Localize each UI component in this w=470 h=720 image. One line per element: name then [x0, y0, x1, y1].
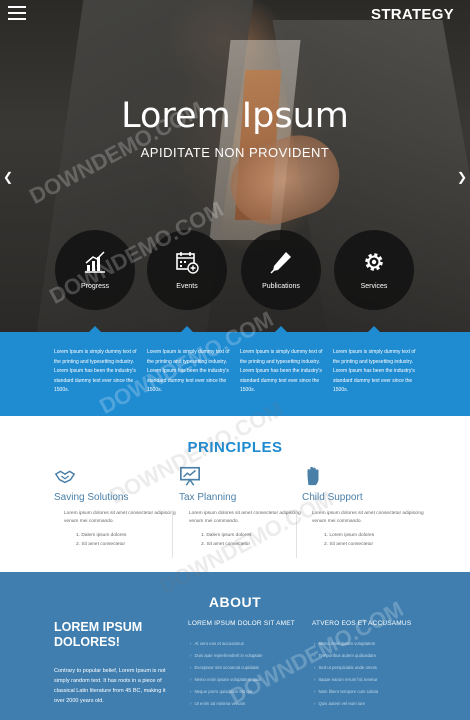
about-title: ABOUT: [208, 594, 262, 610]
principle-tax-planning: Tax Planning Lorem ipsum dolores sit ame…: [179, 465, 319, 565]
feature-label: Publications: [262, 283, 300, 290]
hero-title: Lorem Ipsum: [121, 96, 349, 136]
band-pointer: [275, 326, 287, 332]
pen-icon: [270, 252, 291, 274]
principle-heading: Tax Planning: [179, 492, 237, 503]
about-link[interactable]: Nemo enim ipsam voluptatem quia: [190, 674, 263, 686]
chevron-right-icon[interactable]: ❯: [457, 170, 467, 184]
hand-icon: [307, 466, 319, 486]
feature-progress[interactable]: Progress: [55, 230, 135, 310]
column-divider: [172, 510, 173, 558]
feature-label: Progress: [80, 283, 109, 290]
principle-heading: Child Support: [302, 492, 363, 503]
presentation-board-icon: [180, 466, 200, 486]
about-heading: LOREM IPSUM DOLORES!: [54, 620, 143, 649]
principles-title: PRINCIPLES: [187, 439, 283, 456]
about-link[interactable]: Sed ut perspiciatis unde omnis: [314, 662, 378, 674]
about-link[interactable]: Itaque earum rerum hic tenetur: [314, 674, 378, 686]
about-link[interactable]: Temporibus autem quibusdam: [314, 650, 378, 662]
principle-list: 1. Lorem ipsum dolores 2. Sit amet conse…: [324, 531, 374, 549]
band-description: Lorem Ipsum is simply dummy text of the …: [240, 349, 323, 393]
brand-logo[interactable]: STRATEGY: [371, 6, 454, 23]
about-link[interactable]: Quis autem vel eum iure: [314, 698, 378, 710]
list-item: 2. Sit amet consectetur: [76, 542, 126, 547]
about-link[interactable]: At vero eos et accusamus: [190, 638, 263, 650]
about-column-title: ATVERO EOS ET ACCUSAMUS: [312, 620, 412, 627]
hero-banner: STRATEGY Lorem Ipsum APIDITATE NON PROVI…: [0, 0, 470, 332]
list-item: 2. Sit amet consectetur: [324, 542, 374, 547]
about-link[interactable]: Duis aute reprehenderit in voluptate: [190, 650, 262, 662]
handshake-icon: [54, 470, 76, 484]
about-link[interactable]: Nemo enim ipsam voluptatem: [314, 638, 378, 650]
band-description: Lorem Ipsum is simply dummy text of the …: [54, 349, 137, 393]
about-link-list: At vero eos et accusamus Duis aute repre…: [190, 638, 263, 710]
feature-events[interactable]: Events: [147, 230, 227, 310]
principle-heading: Saving Solutions: [54, 492, 129, 503]
principle-text: Lorem ipsum dolores sit amet consectetur…: [189, 511, 301, 524]
principle-list: 1. Dalem ipsum dolores 2. Sit amet conse…: [201, 531, 251, 549]
feature-publications[interactable]: Publications: [241, 230, 321, 310]
hero-subtitle: APIDITATE NON PROVIDENT: [140, 145, 330, 160]
about-text: Contrary to popular belief, Lorem Ipsum …: [54, 668, 166, 704]
column-divider: [296, 510, 297, 558]
band-pointer: [89, 326, 101, 332]
about-section: ABOUT LOREM IPSUM DOLORES! Contrary to p…: [0, 572, 470, 720]
list-item: 1. Dalem ipsum dolores: [76, 533, 127, 538]
band-description: Lorem Ipsum is simply dummy text of the …: [147, 349, 230, 393]
band-description: Lorem Ipsum is simply dummy text of the …: [333, 349, 416, 393]
feature-services[interactable]: Services: [334, 230, 414, 310]
chart-icon: [85, 251, 105, 273]
principle-saving-solutions: Saving Solutions Lorem ipsum dolores sit…: [54, 465, 194, 565]
principle-list: 1. Dalem ipsum dolores 2. Sit amet conse…: [76, 531, 126, 549]
feature-description-band: Lorem Ipsum is simply dummy text of the …: [0, 326, 470, 416]
about-link[interactable]: Excepteur sint occaecat cupidatat: [190, 662, 263, 674]
band-pointer: [181, 326, 193, 332]
chevron-left-icon[interactable]: ❮: [3, 170, 13, 184]
gear-icon: [365, 253, 383, 271]
about-link-list: Nemo enim ipsam voluptatem Temporibus au…: [314, 638, 378, 710]
about-link[interactable]: Ut enim ad minima veniam: [190, 698, 263, 710]
list-item: 2. Sit amet consectetur: [201, 542, 251, 547]
principle-text: Lorem ipsum dolores sit amet consectetur…: [64, 511, 176, 524]
principle-child-support: Child Support Lorem ipsum dolores sit am…: [302, 465, 442, 565]
about-column-title: LOREM IPSUM DOLOR SIT AMET: [188, 620, 295, 627]
list-item: 1. Lorem ipsum dolores: [324, 533, 375, 538]
about-link[interactable]: Nam libero tempore cum soluta: [314, 686, 378, 698]
calendar-icon: [176, 252, 199, 274]
feature-circles: Progress Events Publications Services: [0, 230, 470, 310]
about-link[interactable]: Neque porro quisquam est qui: [190, 686, 263, 698]
principle-text: Lorem ipsum dolores sit amet consectetur…: [312, 511, 424, 524]
feature-label: Events: [176, 283, 198, 290]
hamburger-menu-icon[interactable]: [8, 6, 26, 20]
list-item: 1. Dalem ipsum dolores: [201, 533, 252, 538]
feature-label: Services: [360, 283, 388, 290]
band-pointer: [368, 326, 380, 332]
